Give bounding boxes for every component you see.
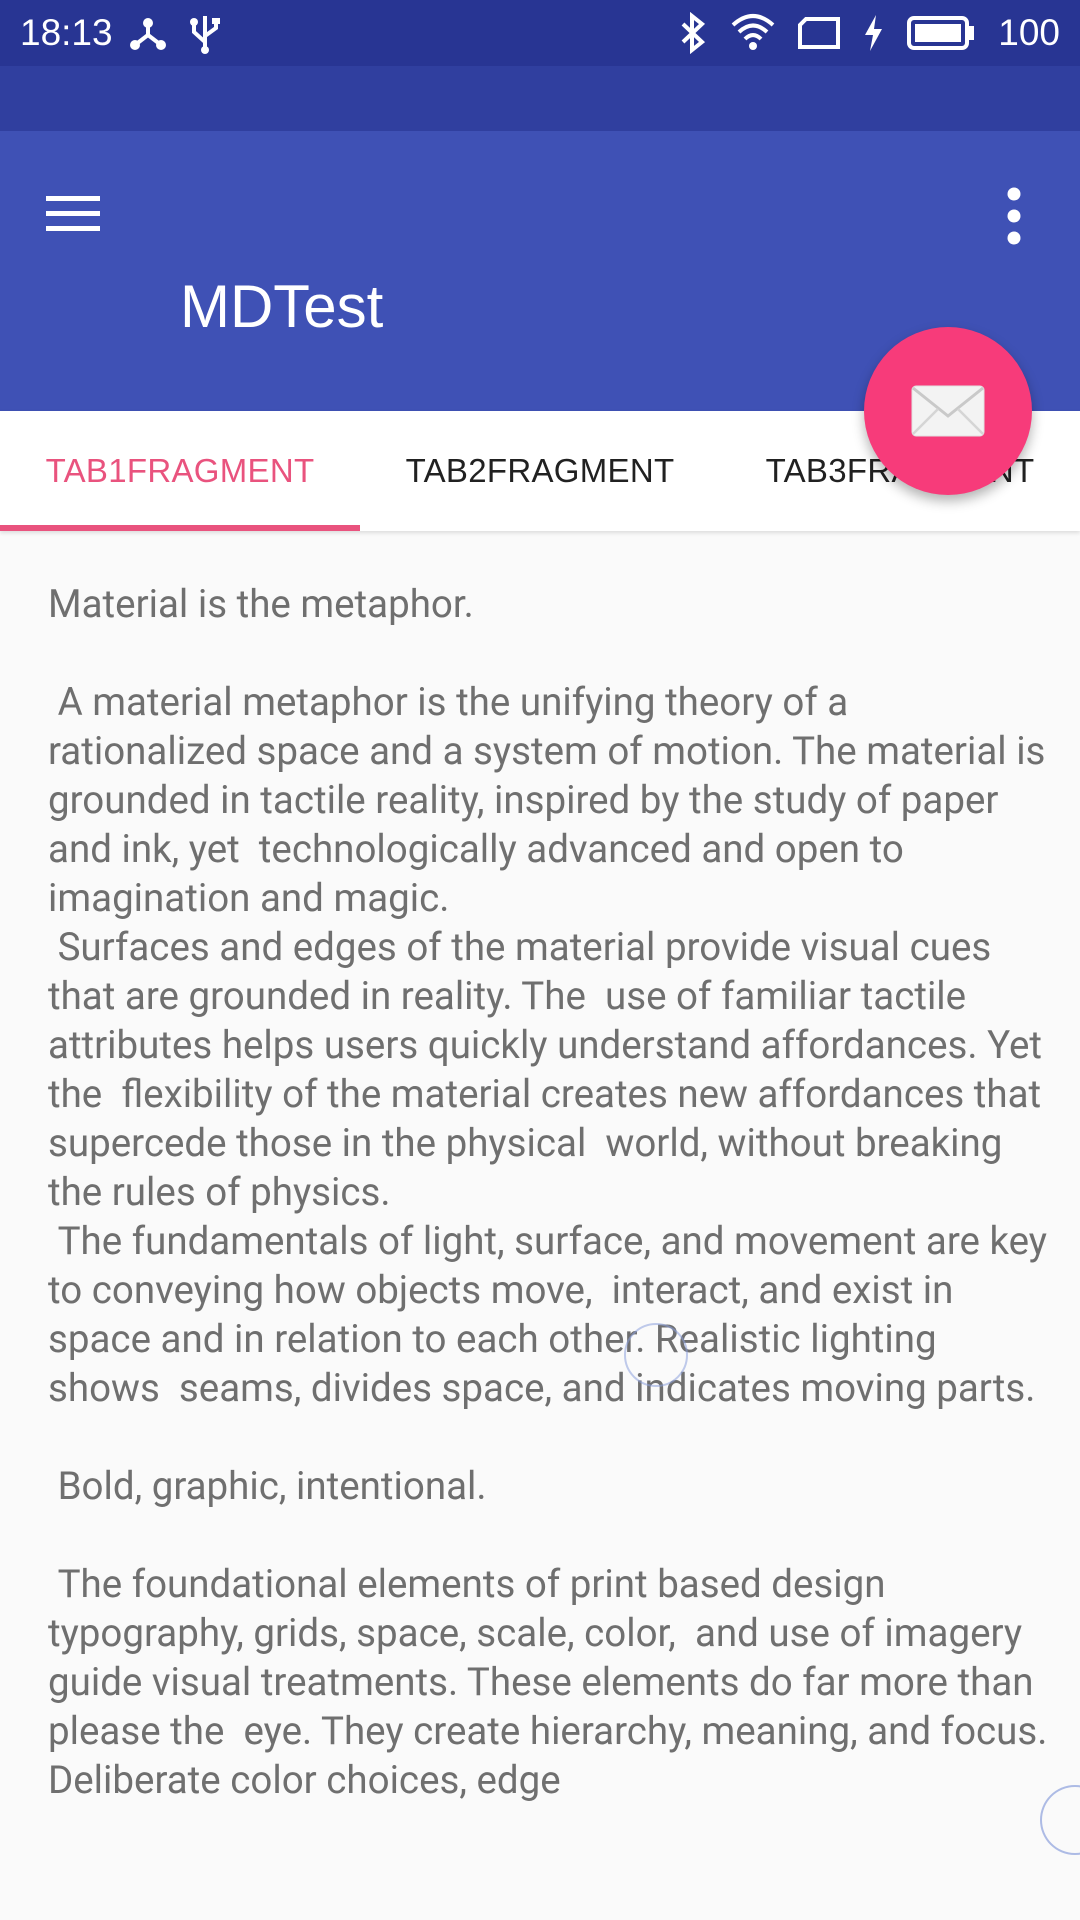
status-bar: 18:13 100 — [0, 0, 1080, 66]
tab-tab2fragment[interactable]: TAB2FRAGMENT — [360, 411, 720, 531]
charging-icon — [865, 15, 883, 51]
more-vert-icon — [1007, 187, 1021, 245]
screen-icon — [798, 17, 841, 49]
page-title: MDTest — [180, 273, 384, 340]
status-right-icons: 100 — [678, 12, 1060, 54]
touch-indicator — [624, 1323, 688, 1387]
hamburger-menu-icon — [46, 196, 100, 231]
bluetooth-icon — [681, 12, 706, 54]
header-band — [0, 66, 1080, 131]
status-left-icons — [128, 12, 220, 54]
tab1-content-text: Material is the metaphor. A material met… — [48, 582, 1048, 1803]
mail-fab-button[interactable] — [864, 327, 1032, 495]
hamburger-menu-button[interactable] — [44, 184, 124, 244]
battery-level: 100 — [998, 12, 1060, 53]
status-time: 18:13 — [20, 12, 113, 53]
tab-tab1fragment[interactable]: TAB1FRAGMENT — [0, 411, 360, 531]
battery-icon — [907, 16, 975, 50]
overflow-menu-button[interactable] — [990, 184, 1038, 254]
mail-icon — [911, 385, 985, 437]
wifi-icon — [731, 14, 775, 50]
usb-icon — [190, 16, 220, 54]
tab-indicator — [0, 525, 360, 531]
share-icon — [130, 18, 166, 50]
